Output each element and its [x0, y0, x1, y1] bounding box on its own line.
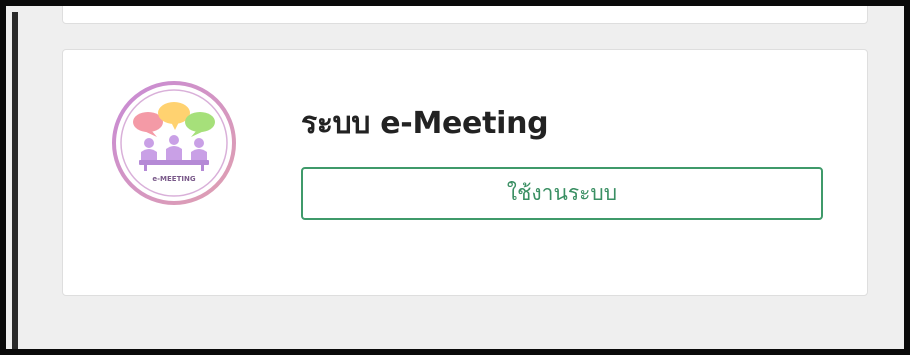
use-system-button[interactable]: ใช้งานระบบ — [301, 167, 823, 220]
screenshot-frame: e-MEETING ระบบ e-Meeting ใช้งานระบบ — [0, 0, 910, 355]
system-title: ระบบ e-Meeting — [301, 106, 549, 141]
system-card: e-MEETING ระบบ e-Meeting ใช้งานระบบ — [62, 49, 868, 296]
previous-card — [62, 6, 868, 24]
logo-label: e-MEETING — [152, 175, 195, 183]
window-edge — [12, 12, 18, 349]
e-meeting-logo-icon: e-MEETING — [112, 81, 236, 205]
